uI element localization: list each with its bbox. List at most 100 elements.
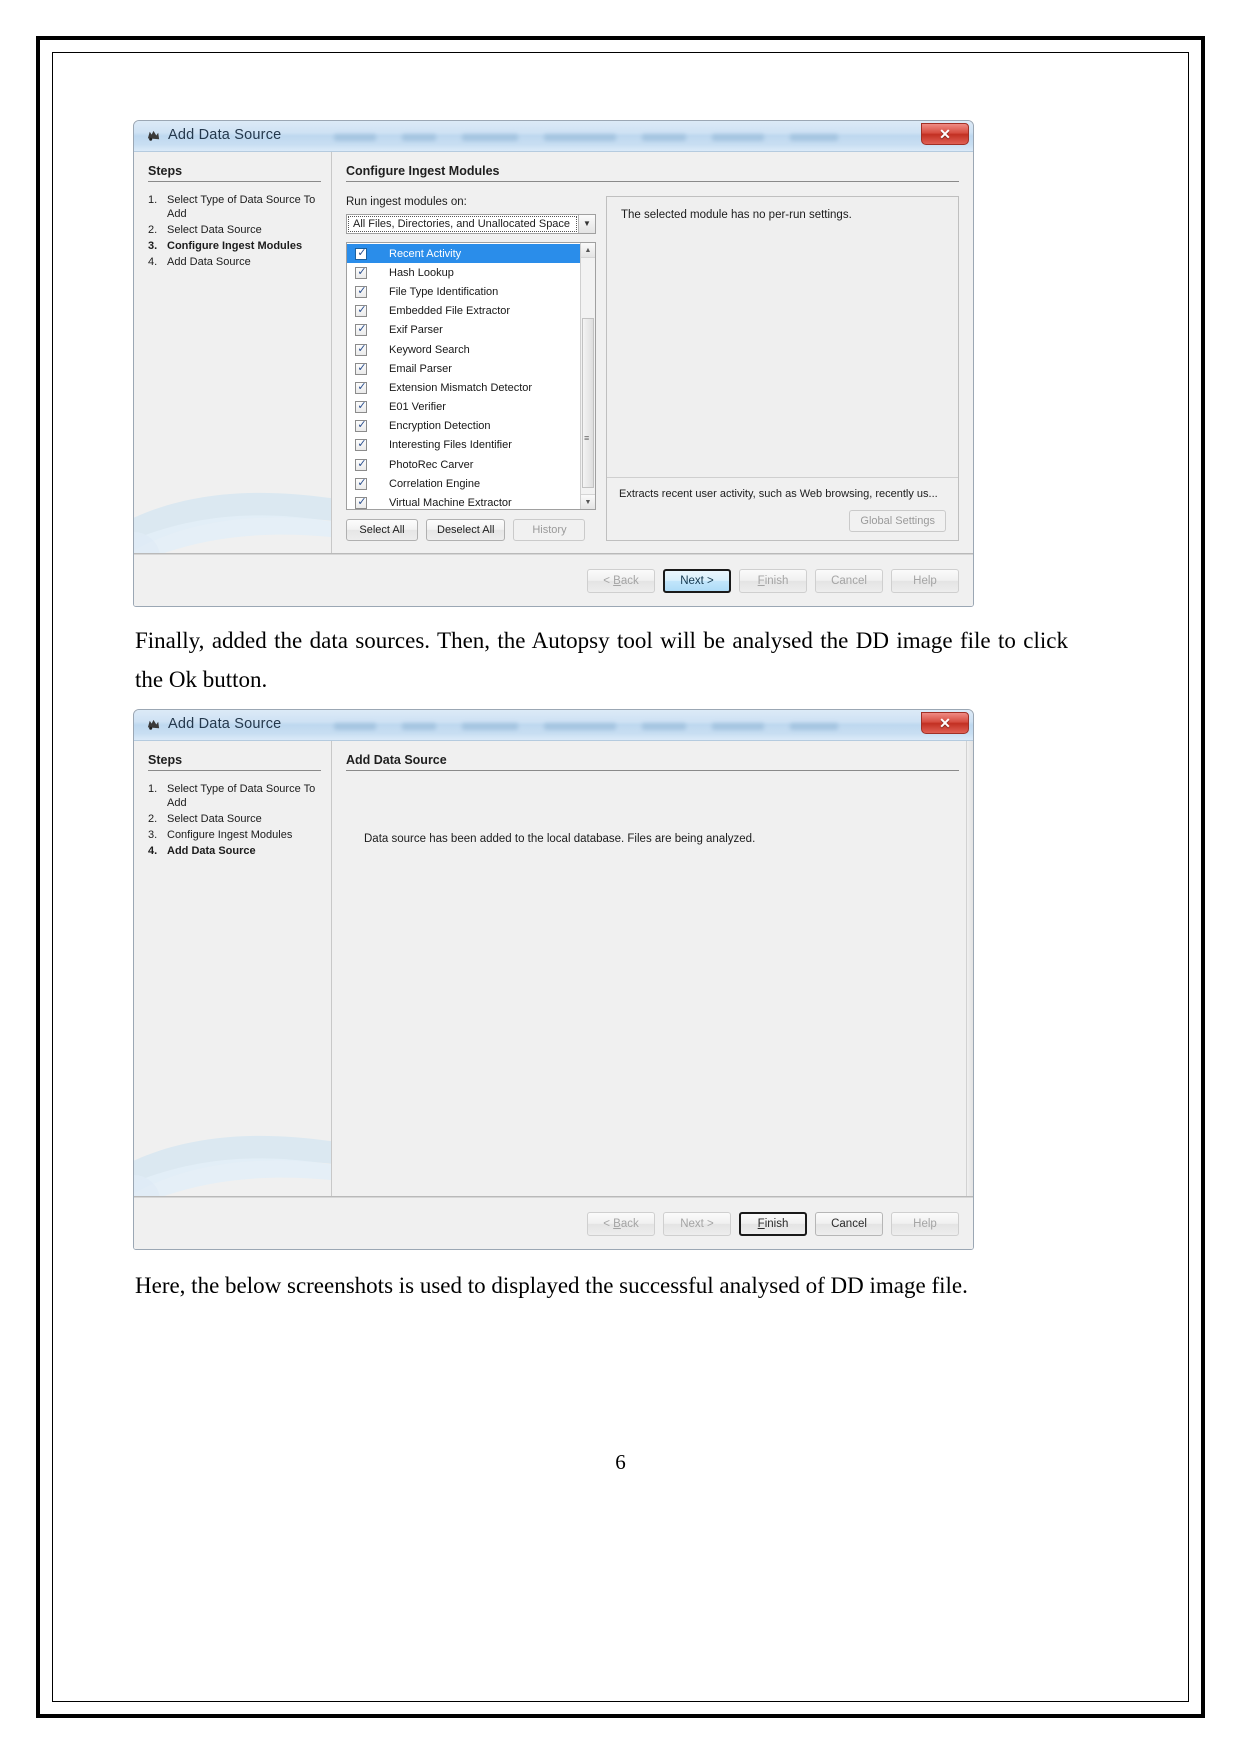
module-label: Exif Parser xyxy=(389,324,443,337)
scroll-up-icon[interactable]: ▲ xyxy=(581,243,595,258)
paragraph-1: Finally, added the data sources. Then, t… xyxy=(135,628,1068,692)
module-row[interactable]: Exif Parser xyxy=(347,321,580,340)
ingest-scope-select[interactable]: All Files, Directories, and Unallocated … xyxy=(346,214,596,234)
step-label: Select Data Source xyxy=(167,224,262,236)
run-ingest-label: Run ingest modules on: xyxy=(346,196,467,208)
dialog1-panes: Steps 1. Select Type of Data Source To A… xyxy=(134,152,973,554)
step-item-1: 1. Select Type of Data Source To Add xyxy=(148,782,321,810)
module-row[interactable]: Interesting Files Identifier xyxy=(347,436,580,455)
checkbox-icon[interactable] xyxy=(355,437,368,452)
ingest-scope-value: All Files, Directories, and Unallocated … xyxy=(348,216,577,232)
module-row[interactable]: Encryption Detection xyxy=(347,417,580,436)
checkbox-icon[interactable] xyxy=(355,457,368,471)
module-row[interactable]: Extension Mismatch Detector xyxy=(347,378,580,397)
add-data-source-dialog-ingest[interactable]: Add Data Source ✕ Steps 1. Select Type o… xyxy=(133,120,974,607)
module-label: Email Parser xyxy=(389,362,452,375)
module-row[interactable]: PhotoRec Carver xyxy=(347,455,580,474)
module-row[interactable]: Keyword Search xyxy=(347,340,580,359)
dialog2-footer: < Back Next > Finish Cancel Help xyxy=(134,1197,973,1249)
decorative-swoosh-graphic xyxy=(134,1135,331,1196)
step-label: Select Data Source xyxy=(167,813,262,825)
module-label: Keyword Search xyxy=(389,343,470,356)
step-number: 1. xyxy=(148,194,158,206)
checkbox-icon[interactable] xyxy=(355,399,368,414)
module-list-buttons: Select All Deselect All History xyxy=(346,519,596,541)
module-label: Virtual Machine Extractor xyxy=(389,497,512,509)
module-row[interactable]: Recent Activity xyxy=(347,244,580,264)
per-run-settings-area: The selected module has no per-run setti… xyxy=(607,197,958,478)
module-label: Recent Activity xyxy=(389,247,462,260)
checkbox-icon[interactable] xyxy=(355,265,368,279)
checkbox-icon[interactable] xyxy=(355,322,368,337)
add-data-source-dialog-final[interactable]: Add Data Source ✕ Steps 1. Select Type o… xyxy=(133,709,974,1250)
ingest-columns: Run ingest modules on: All Files, Direct… xyxy=(346,196,959,541)
module-label: Correlation Engine xyxy=(389,477,481,490)
autopsy-app-icon xyxy=(145,128,162,145)
step-item-4-active: 4. Add Data Source xyxy=(148,844,321,858)
checkbox-icon[interactable] xyxy=(355,303,368,318)
pane-title: Configure Ingest Modules xyxy=(346,164,959,182)
module-label: Embedded File Extractor xyxy=(389,305,511,318)
checkbox-icon[interactable] xyxy=(355,284,368,298)
help-button: Help xyxy=(891,568,959,593)
step-label: Configure Ingest Modules xyxy=(167,829,293,841)
dialog2-titlebar[interactable]: Add Data Source ✕ xyxy=(134,710,973,741)
scroll-down-icon[interactable]: ▼ xyxy=(581,494,595,509)
finish-button: Finish xyxy=(739,568,807,593)
cancel-button[interactable]: Cancel xyxy=(815,1211,883,1236)
module-row[interactable]: E01 Verifier xyxy=(347,398,580,417)
page-number: 6 xyxy=(615,1450,626,1474)
ingest-left-column: Run ingest modules on: All Files, Direct… xyxy=(346,196,596,541)
module-label: E01 Verifier xyxy=(389,401,446,414)
step-number: 1. xyxy=(148,783,158,795)
dialog1-steps-pane: Steps 1. Select Type of Data Source To A… xyxy=(134,152,332,553)
step-item-2: 2. Select Data Source xyxy=(148,223,321,237)
dialog1-body: Steps 1. Select Type of Data Source To A… xyxy=(134,152,973,606)
modules-scrollbar[interactable]: ▲ ≡ ▼ xyxy=(580,243,595,509)
global-settings-row: Global Settings xyxy=(619,510,946,532)
close-icon[interactable]: ✕ xyxy=(921,712,969,734)
scrollbar-track[interactable]: ≡ xyxy=(581,258,595,494)
steps-heading: Steps xyxy=(148,753,321,771)
checkbox-icon[interactable] xyxy=(355,380,368,394)
dialog1-titlebar[interactable]: Add Data Source ✕ xyxy=(134,121,973,152)
step-number: 3. xyxy=(148,829,158,841)
checkbox-icon[interactable] xyxy=(355,342,368,356)
module-description: Extracts recent user activity, such as W… xyxy=(619,488,938,500)
module-row[interactable]: Virtual Machine Extractor xyxy=(347,493,580,509)
step-number: 4. xyxy=(148,845,158,857)
select-all-button[interactable]: Select All xyxy=(346,519,418,541)
module-row[interactable]: Email Parser xyxy=(347,359,580,378)
background-window-ghost-text xyxy=(334,718,883,734)
back-button: < Back xyxy=(587,1211,655,1236)
finish-button[interactable]: Finish xyxy=(739,1211,807,1236)
next-button[interactable]: Next > xyxy=(663,568,731,593)
decorative-swoosh-graphic xyxy=(134,492,331,553)
document-content: Add Data Source ✕ Steps 1. Select Type o… xyxy=(133,120,1068,1315)
module-label: Interesting Files Identifier xyxy=(389,439,512,452)
dialog1-title: Add Data Source xyxy=(168,127,282,143)
checkbox-icon[interactable] xyxy=(355,476,368,490)
scrollbar-tick: ≡ xyxy=(584,433,590,443)
ingest-modules-list[interactable]: Recent Activity Hash Lookup File Type Id… xyxy=(346,242,596,510)
module-settings-panel: The selected module has no per-run setti… xyxy=(606,196,959,541)
paragraph-2: Here, the below screenshots is used to d… xyxy=(135,1273,968,1298)
module-row[interactable]: Correlation Engine xyxy=(347,474,580,493)
checkbox-icon[interactable] xyxy=(355,495,368,509)
module-label: File Type Identification xyxy=(389,285,499,298)
module-row[interactable]: Embedded File Extractor xyxy=(347,302,580,321)
pane-right-edge xyxy=(966,741,973,1196)
step-item-1: 1. Select Type of Data Source To Add xyxy=(148,193,321,221)
cancel-button: Cancel xyxy=(815,568,883,593)
close-icon[interactable]: ✕ xyxy=(921,123,969,145)
step-label: Select Type of Data Source To Add xyxy=(167,194,316,220)
checkbox-icon[interactable] xyxy=(355,418,368,433)
module-row[interactable]: File Type Identification xyxy=(347,282,580,301)
steps-heading: Steps xyxy=(148,164,321,182)
scrollbar-thumb[interactable] xyxy=(582,318,594,488)
module-row[interactable]: Hash Lookup xyxy=(347,263,580,282)
checkbox-icon[interactable] xyxy=(355,361,368,375)
checkbox-icon[interactable] xyxy=(355,246,368,260)
deselect-all-button[interactable]: Deselect All xyxy=(426,519,506,541)
chevron-down-icon[interactable]: ▼ xyxy=(578,215,595,233)
